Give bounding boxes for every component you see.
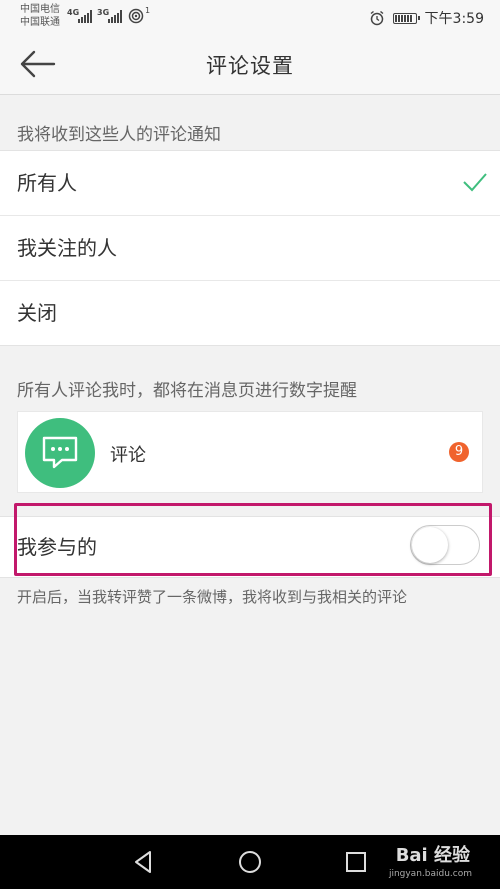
carrier-1: 中国电信	[20, 4, 60, 15]
chat-bubble-icon	[42, 436, 78, 469]
option-following[interactable]: 我关注的人	[0, 216, 500, 281]
home-circle-icon[interactable]	[236, 848, 264, 876]
hotspot-count: 1	[145, 6, 151, 15]
watermark-logo: Bai 经验	[395, 845, 470, 866]
nav-bar: 评论设置	[0, 34, 500, 95]
status-right: 下午3:59	[369, 8, 484, 28]
recents-square-icon[interactable]	[342, 848, 370, 876]
signal-1-icon	[78, 10, 92, 23]
comment-label: 评论	[110, 445, 146, 466]
participated-footnote: 开启后，当我转评赞了一条微博，我将收到与我相关的评论	[17, 588, 408, 606]
page-title: 评论设置	[206, 54, 294, 78]
notify-options-list: 所有人 我关注的人 关闭	[0, 150, 500, 346]
option-label: 关闭	[17, 301, 57, 325]
option-everyone[interactable]: 所有人	[0, 151, 500, 216]
comment-avatar	[25, 418, 95, 488]
hotspot-icon	[128, 8, 144, 24]
check-icon	[463, 173, 487, 192]
option-label: 我关注的人	[17, 236, 117, 260]
back-triangle-icon[interactable]	[130, 848, 158, 876]
watermark-url: jingyan.baidu.com	[388, 869, 472, 879]
notify-section-label: 我将收到这些人的评论通知	[17, 125, 221, 145]
battery-icon	[392, 12, 420, 24]
preview-hint: 所有人评论我时，都将在消息页进行数字提醒	[17, 381, 357, 401]
signal-2-icon	[108, 10, 122, 23]
option-off[interactable]: 关闭	[0, 281, 500, 345]
highlight-annotation	[14, 503, 492, 576]
comment-preview-card: 评论 9	[17, 411, 483, 493]
carrier-2: 中国联通	[20, 17, 60, 28]
clock: 下午3:59	[424, 11, 484, 27]
carrier-names: 中国电信 中国联通	[20, 3, 60, 29]
option-label: 所有人	[17, 171, 77, 195]
status-bar: 中国电信 中国联通 4G 3G 1 下午3:59	[0, 0, 500, 34]
system-nav-bar: Bai 经验 jingyan.baidu.com	[0, 835, 500, 889]
alarm-icon	[370, 10, 383, 26]
unread-badge: 9	[449, 442, 469, 462]
